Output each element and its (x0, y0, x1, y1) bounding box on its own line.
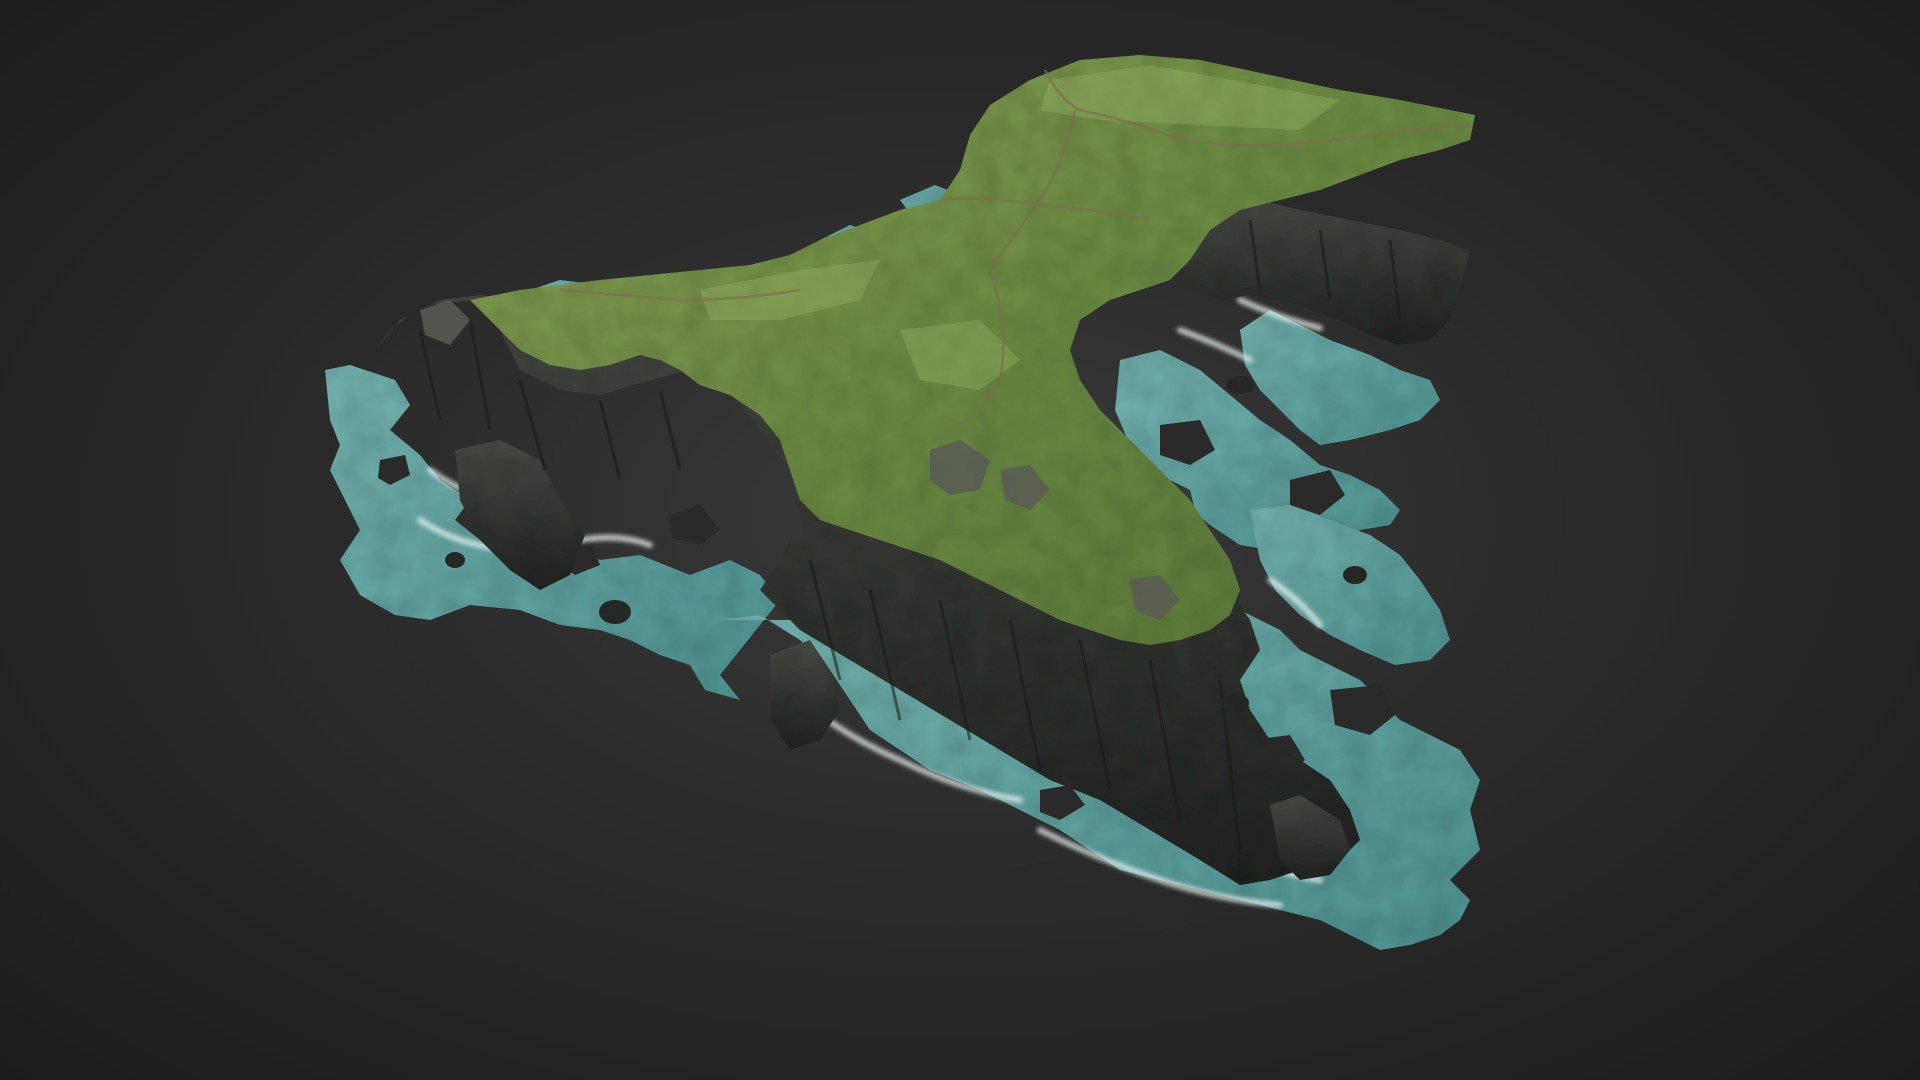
headland-model[interactable] (0, 0, 1920, 1080)
viewer-canvas[interactable] (0, 0, 1920, 1080)
